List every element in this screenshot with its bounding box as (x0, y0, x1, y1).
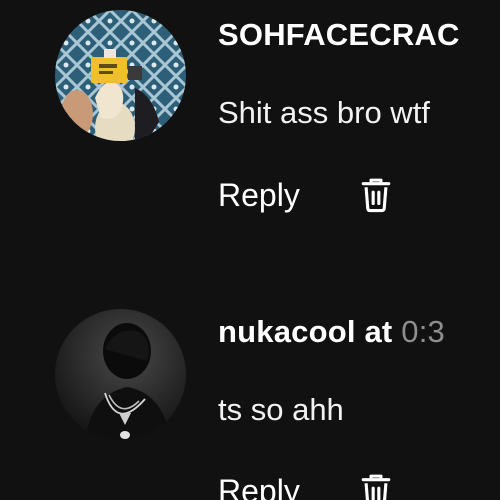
comment-header: nukacool at 0:3 (218, 314, 445, 350)
comment-text: Shit ass bro wtf (218, 95, 430, 130)
avatar-image (55, 10, 186, 141)
trash-icon (361, 178, 391, 213)
author-name[interactable]: nukacool at (218, 314, 392, 349)
avatar[interactable] (55, 309, 186, 440)
delete-button[interactable] (358, 471, 394, 500)
author-name[interactable]: SOHFACECRAC (218, 17, 460, 52)
comment-timestamp: 0:3 (401, 314, 445, 349)
comment-text: ts so ahh (218, 392, 344, 427)
reply-button[interactable]: Reply (218, 177, 300, 214)
delete-button[interactable] (358, 175, 394, 215)
trash-icon (361, 474, 391, 500)
comment-header: SOHFACECRAC (218, 17, 460, 53)
avatar-image (55, 309, 186, 440)
avatar[interactable] (55, 10, 186, 141)
comment-actions: Reply (218, 175, 394, 215)
comment-actions: Reply (218, 471, 394, 500)
reply-button[interactable]: Reply (218, 473, 300, 500)
